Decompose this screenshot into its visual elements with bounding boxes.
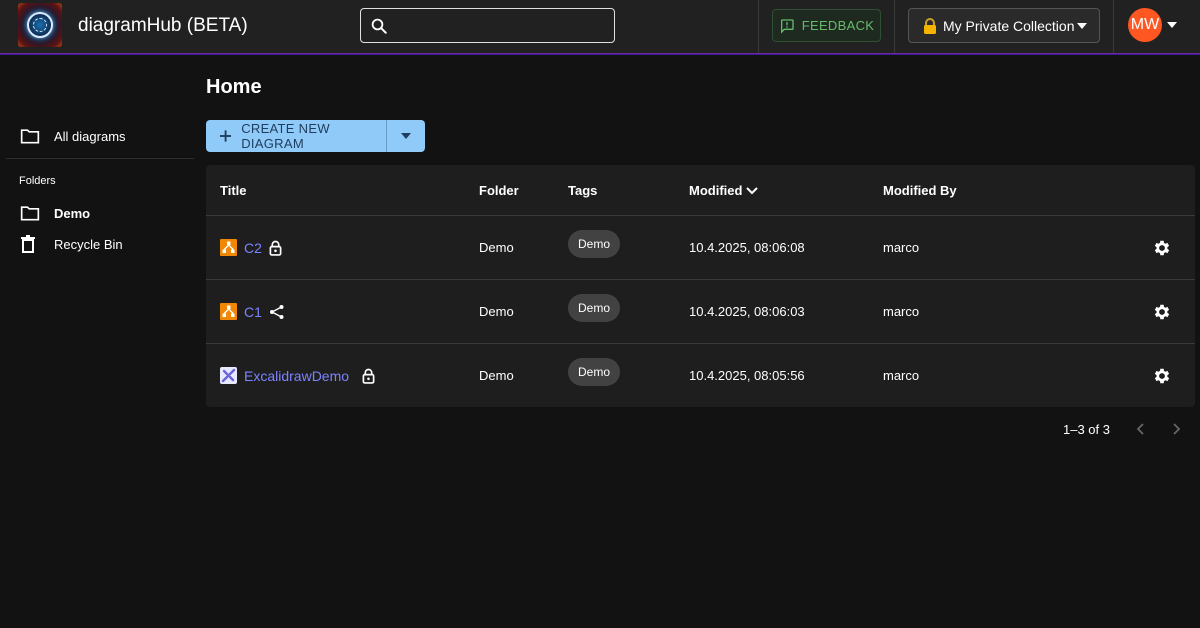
sidebar-item-label: Demo <box>54 205 91 221</box>
tags-cell: Demo <box>568 344 621 407</box>
column-header-modified[interactable]: Modified <box>689 183 759 198</box>
folder-icon <box>20 206 40 221</box>
excalidraw-icon <box>220 367 237 384</box>
title-cell: ExcalidrawDemo <box>220 344 375 407</box>
app-title: diagramHub (BETA) <box>78 15 248 36</box>
user-avatar[interactable]: MW <box>1128 8 1162 42</box>
chevron-down-icon[interactable] <box>1167 22 1177 28</box>
tag-chip[interactable]: Demo <box>568 357 621 386</box>
table-row: ExcalidrawDemo Demo Demo 10.4.2025, 08:0… <box>206 343 1195 407</box>
sidebar-divider <box>6 158 194 159</box>
app-bar: diagramHub (BETA) FEEDBACK My Private Co… <box>0 0 1200 54</box>
diagram-link[interactable]: C2 <box>244 240 262 256</box>
chevron-down-icon <box>401 133 411 139</box>
create-label: CREATE NEW DIAGRAM <box>241 121 330 151</box>
search-icon <box>371 18 387 34</box>
column-header-tags[interactable]: Tags <box>568 183 597 198</box>
header-divider <box>758 0 759 53</box>
modified-cell: 10.4.2025, 08:05:56 <box>689 368 805 383</box>
feedback-icon <box>780 18 794 34</box>
tag-chip[interactable]: Demo <box>568 293 621 322</box>
tags-cell: Demo <box>568 280 621 343</box>
folder-cell: Demo <box>479 368 514 383</box>
title-cell: C1 <box>220 280 285 343</box>
sidebar-item-label: Recycle Bin <box>54 236 123 252</box>
header-divider <box>1113 0 1114 53</box>
folder-cell: Demo <box>479 240 514 255</box>
sidebar-item-recycle-bin[interactable]: Recycle Bin <box>6 229 194 259</box>
header-divider <box>894 0 895 53</box>
collection-selector[interactable]: My Private Collection <box>908 8 1100 43</box>
modified-by-cell: marco <box>883 240 920 255</box>
create-options-dropdown[interactable] <box>387 120 425 152</box>
diagram-link[interactable]: ExcalidrawDemo <box>244 368 349 384</box>
diagrams-table: Title Folder Tags Modified Modified By C… <box>206 165 1195 407</box>
modified-by-cell: marco <box>883 368 920 383</box>
folder-icon <box>20 129 40 144</box>
modified-cell: 10.4.2025, 08:06:03 <box>689 304 805 319</box>
gear-icon[interactable] <box>1152 238 1172 258</box>
chevron-down-icon <box>1077 23 1087 29</box>
search-field[interactable] <box>360 8 615 43</box>
trash-icon <box>21 235 35 253</box>
folder-cell: Demo <box>479 304 514 319</box>
column-header-label: Modified <box>689 183 743 198</box>
modified-by-cell: marco <box>883 304 920 319</box>
lock-icon <box>362 368 375 384</box>
lock-icon <box>924 17 936 34</box>
chevron-left-icon[interactable] <box>1134 422 1148 436</box>
sidebar: All diagrams Folders Demo Recycle Bin <box>0 54 200 628</box>
column-header-title[interactable]: Title <box>220 183 247 198</box>
plus-icon <box>220 130 232 142</box>
table-row: C2 Demo Demo 10.4.2025, 08:06:08 marco <box>206 215 1195 279</box>
table-row: C1 Demo Demo 10.4.2025, 08:06:03 marco <box>206 279 1195 343</box>
tags-cell: Demo <box>568 216 621 279</box>
diagram-link[interactable]: C1 <box>244 304 262 320</box>
drawio-icon <box>220 303 237 320</box>
tag-chip[interactable]: Demo <box>568 229 621 258</box>
column-header-modified-by[interactable]: Modified By <box>883 183 957 198</box>
pagination-label: 1–3 of 3 <box>1063 422 1110 437</box>
page-title: Home <box>206 76 262 98</box>
sidebar-item-all-diagrams[interactable]: All diagrams <box>6 121 194 151</box>
share-icon <box>269 304 284 319</box>
collection-label: My Private Collection <box>943 17 1075 34</box>
feedback-label: FEEDBACK <box>801 18 875 33</box>
title-cell: C2 <box>220 216 282 279</box>
create-new-diagram-button[interactable]: CREATE NEW DIAGRAM <box>206 120 387 152</box>
chevron-right-icon[interactable] <box>1169 422 1183 436</box>
search-input[interactable] <box>397 9 607 42</box>
sort-descending-icon <box>746 186 759 194</box>
gear-icon[interactable] <box>1152 366 1172 386</box>
app-logo[interactable] <box>18 3 62 47</box>
lock-icon <box>269 240 282 256</box>
sidebar-item-label: All diagrams <box>54 128 126 144</box>
feedback-button[interactable]: FEEDBACK <box>772 9 881 42</box>
create-diagram-button-group: CREATE NEW DIAGRAM <box>206 120 425 152</box>
folders-heading: Folders <box>19 175 56 187</box>
modified-cell: 10.4.2025, 08:06:08 <box>689 240 805 255</box>
drawio-icon <box>220 239 237 256</box>
column-header-folder[interactable]: Folder <box>479 183 519 198</box>
gear-icon[interactable] <box>1152 302 1172 322</box>
sidebar-item-demo[interactable]: Demo <box>6 198 194 228</box>
